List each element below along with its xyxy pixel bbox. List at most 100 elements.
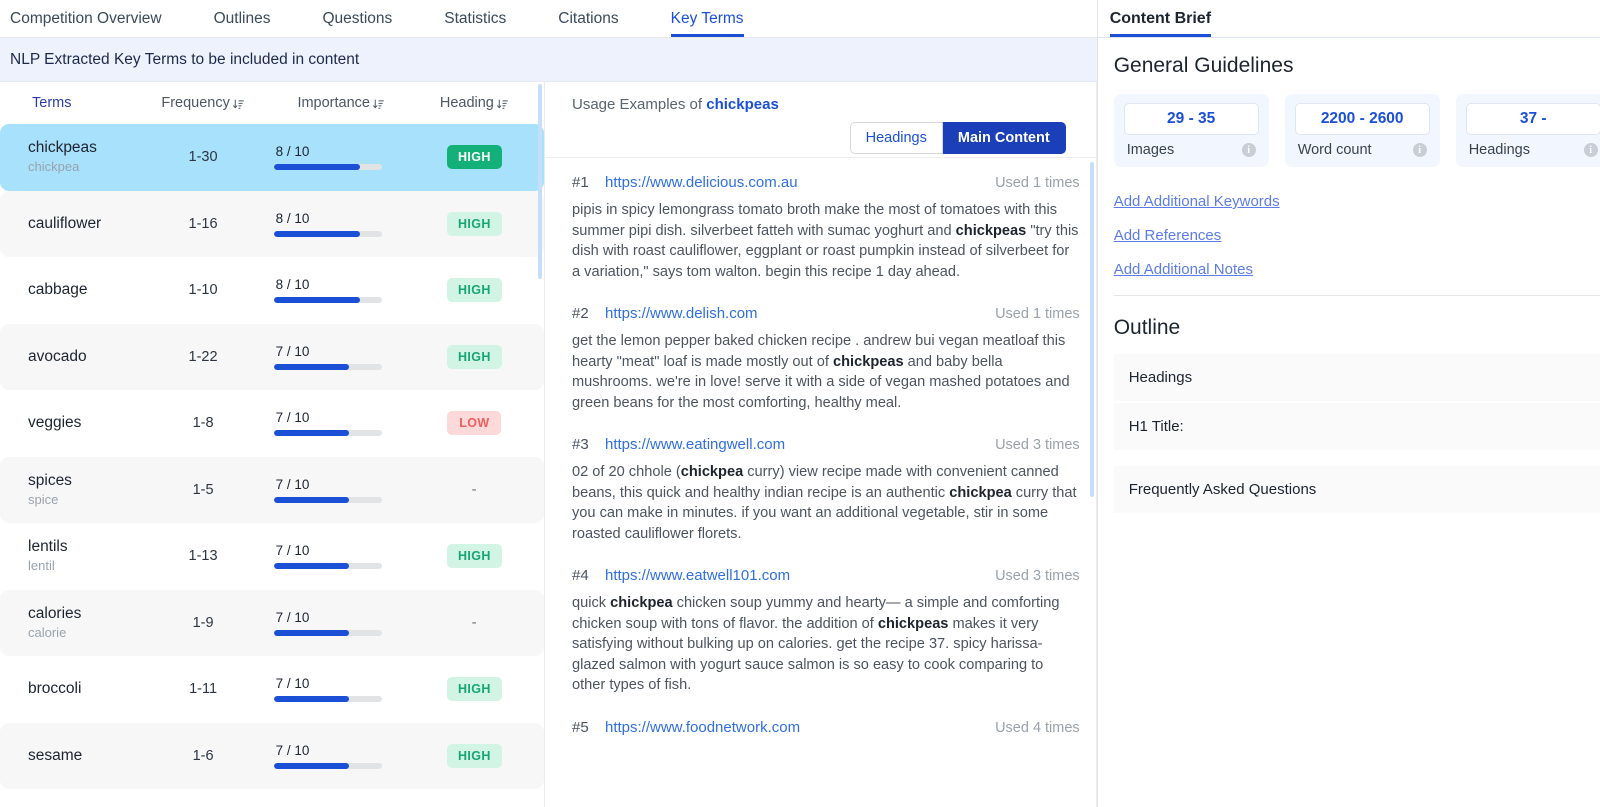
- usage-example-url[interactable]: https://www.foodnetwork.com: [605, 719, 800, 736]
- tab-key-terms[interactable]: Key Terms: [671, 11, 744, 38]
- outline-row[interactable]: Frequently Asked Questions: [1114, 466, 1600, 513]
- cell-importance: 8 / 10: [270, 144, 413, 170]
- cell-heading: HIGH: [413, 145, 536, 169]
- importance-bar-track: [274, 497, 382, 503]
- cell-frequency: 1-10: [136, 282, 269, 298]
- terms-table-body: chickpeaschickpea1-308 / 10HIGHcauliflow…: [0, 124, 544, 807]
- importance-bar-track: [274, 630, 382, 636]
- metric-value[interactable]: 29 - 35: [1124, 103, 1259, 135]
- content-brief-tab-bar: Content Brief: [1098, 0, 1600, 38]
- cell-heading: HIGH: [413, 212, 536, 236]
- table-row[interactable]: cauliflower1-168 / 10HIGH: [0, 191, 544, 258]
- tab-statistics[interactable]: Statistics: [444, 11, 506, 38]
- link-add-references[interactable]: Add References: [1114, 227, 1222, 244]
- table-row[interactable]: chickpeaschickpea1-308 / 10HIGH: [0, 124, 544, 191]
- cell-importance: 7 / 10: [270, 477, 413, 503]
- tab-citations[interactable]: Citations: [558, 11, 618, 38]
- primary-tab-bar: Competition Overview Outlines Questions Sta…: [0, 0, 1097, 38]
- sort-descending-icon: [496, 98, 509, 111]
- metric-value[interactable]: 37 -: [1466, 103, 1600, 135]
- column-header-heading[interactable]: Heading: [413, 95, 536, 111]
- cell-heading: -: [413, 614, 536, 631]
- info-icon[interactable]: i: [1584, 143, 1598, 157]
- table-row[interactable]: avocado1-227 / 10HIGH: [0, 324, 544, 391]
- outline-row[interactable]: H1 Title:: [1114, 403, 1600, 450]
- column-header-terms-label: Terms: [32, 95, 71, 111]
- usage-example-url[interactable]: https://www.delicious.com.au: [605, 174, 798, 191]
- table-row[interactable]: caloriescalorie1-97 / 10-: [0, 590, 544, 657]
- table-row[interactable]: cabbage1-108 / 10HIGH: [0, 257, 544, 324]
- tab-questions[interactable]: Questions: [322, 11, 392, 38]
- metric-value[interactable]: 2200 - 2600: [1295, 103, 1430, 135]
- usage-example-count: Used 3 times: [995, 437, 1080, 453]
- cell-term: spicesspice: [8, 472, 136, 508]
- usage-example-index: #4: [572, 567, 605, 584]
- key-terms-pane: Terms Frequency Importance: [0, 82, 545, 807]
- link-add-additional-notes[interactable]: Add Additional Notes: [1114, 261, 1253, 278]
- usage-example-url[interactable]: https://www.delish.com: [605, 305, 758, 322]
- usage-example-url[interactable]: https://www.eatingwell.com: [605, 436, 785, 453]
- usage-title-prefix: Usage Examples of: [572, 96, 706, 113]
- usage-pane-scrollbar[interactable]: [1090, 162, 1094, 497]
- outline-heading: Outline: [1114, 316, 1600, 340]
- tab-label: Questions: [322, 10, 392, 27]
- tab-outlines[interactable]: Outlines: [214, 11, 271, 38]
- importance-bar-track: [274, 763, 382, 769]
- term-name: chickpeas: [28, 139, 136, 157]
- usage-example-header: #1https://www.delicious.com.auUsed 1 tim…: [572, 174, 1080, 191]
- terms-pane-scrollbar[interactable]: [538, 84, 542, 279]
- cell-heading: LOW: [413, 411, 536, 435]
- cell-term: lentils lentil: [8, 538, 136, 574]
- cell-frequency: 1-13: [136, 548, 269, 564]
- cell-frequency: 1-30: [136, 149, 269, 165]
- toggle-main-content[interactable]: Main Content: [943, 122, 1066, 154]
- table-row[interactable]: spicesspice1-57 / 10-: [0, 457, 544, 524]
- main-area: Competition Overview Outlines Questions Sta…: [0, 0, 1097, 807]
- usage-example-url[interactable]: https://www.eatwell101.com: [605, 567, 790, 584]
- status-badge: -: [472, 481, 477, 498]
- term-name: calories: [28, 605, 136, 623]
- table-row[interactable]: lentilslentil1-137 / 10HIGH: [0, 523, 544, 590]
- metric-footer: Headingsi: [1466, 142, 1600, 158]
- usage-example-count: Used 3 times: [995, 568, 1080, 584]
- content-brief-pane: Content Brief General Guidelines 29 - 35…: [1097, 0, 1600, 807]
- term-stem: lentil: [28, 559, 136, 574]
- toggle-headings[interactable]: Headings: [850, 122, 943, 154]
- info-icon[interactable]: i: [1413, 143, 1427, 157]
- term-name: lentils: [28, 538, 136, 556]
- outline-row[interactable]: Headings: [1114, 354, 1600, 401]
- content-split: Terms Frequency Importance: [0, 82, 1097, 807]
- tab-content-brief[interactable]: Content Brief: [1110, 11, 1211, 37]
- column-header-importance[interactable]: Importance: [270, 95, 413, 111]
- table-row[interactable]: veggies1-87 / 10LOW: [0, 390, 544, 457]
- link-add-additional-keywords[interactable]: Add Additional Keywords: [1114, 193, 1280, 210]
- tab-label: Competition Overview: [10, 10, 162, 27]
- usage-examples-list: #1https://www.delicious.com.auUsed 1 tim…: [545, 158, 1096, 807]
- usage-example-index: #1: [572, 174, 605, 191]
- brief-action-links: Add Additional Keywords Add References Add…: [1114, 193, 1600, 278]
- column-header-frequency[interactable]: Frequency: [137, 95, 270, 111]
- usage-example-header: #2https://www.delish.comUsed 1 times: [572, 305, 1080, 322]
- importance-bar-track: [274, 297, 382, 303]
- term-name: broccoli: [28, 680, 136, 698]
- tab-competition-overview[interactable]: Competition Overview: [10, 11, 162, 38]
- term-name: cabbage: [28, 281, 136, 299]
- importance-bar-fill: [274, 297, 360, 303]
- importance-value: 7 / 10: [274, 543, 409, 558]
- general-guidelines-heading: General Guidelines: [1114, 54, 1600, 78]
- brief-divider: [1114, 295, 1600, 296]
- metric-card-word-count: 2200 - 2600Word counti: [1285, 94, 1440, 167]
- table-row[interactable]: sesame1-67 / 10HIGH: [0, 723, 544, 790]
- cell-heading: HIGH: [413, 278, 536, 302]
- column-header-terms[interactable]: Terms: [8, 95, 137, 111]
- info-icon[interactable]: i: [1242, 143, 1256, 157]
- status-badge: HIGH: [447, 677, 502, 701]
- table-row[interactable]: broccoli1-117 / 10HIGH: [0, 656, 544, 723]
- cell-term: caloriescalorie: [8, 605, 136, 641]
- metric-card-headings: 37 - Headingsi: [1456, 94, 1600, 167]
- cell-frequency: 1-22: [136, 349, 269, 365]
- usage-examples-pane: Usage Examples of chickpeas HeadingsMain…: [545, 82, 1097, 807]
- tab-label: Citations: [558, 10, 618, 27]
- cell-term: cabbage: [8, 281, 136, 299]
- tab-label: Statistics: [444, 10, 506, 27]
